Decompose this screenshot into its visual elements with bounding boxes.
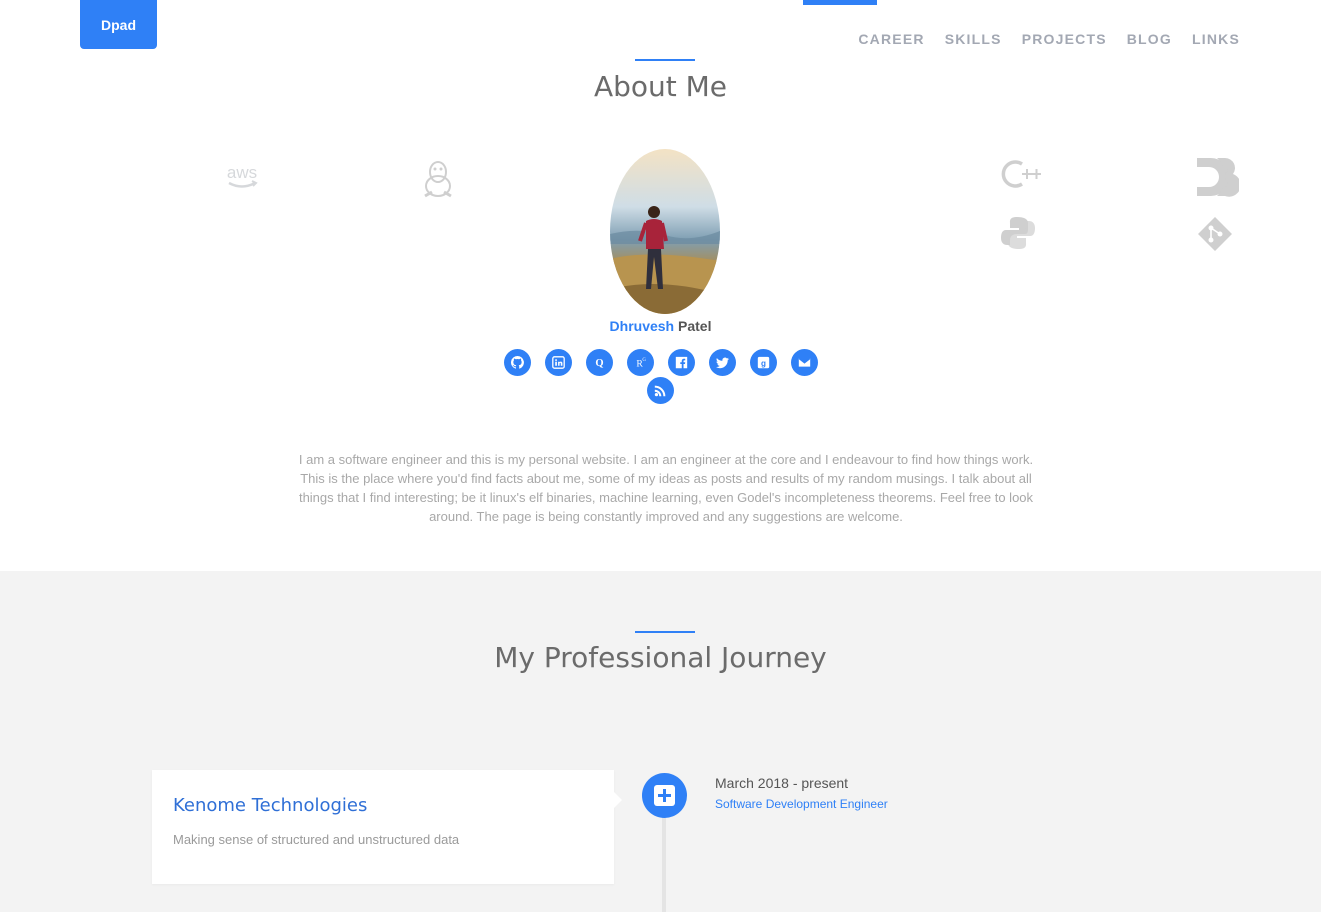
facebook-icon[interactable] bbox=[667, 349, 695, 376]
nav-projects[interactable]: PROJECTS bbox=[1022, 31, 1107, 47]
nav-skills[interactable]: SKILLS bbox=[945, 31, 1002, 47]
social-links-row-2 bbox=[0, 377, 1321, 404]
svg-text:G: G bbox=[642, 358, 646, 363]
plus-square-icon bbox=[654, 785, 675, 806]
last-name: Patel bbox=[678, 318, 712, 334]
social-links: Q RG g bbox=[0, 349, 1321, 376]
about-title-rule bbox=[635, 59, 695, 61]
company-tagline: Making sense of structured and unstructu… bbox=[173, 832, 460, 847]
nav-blog[interactable]: BLOG bbox=[1127, 31, 1172, 47]
journey-card: Kenome Technologies Making sense of stru… bbox=[152, 770, 622, 884]
git-icon bbox=[1195, 214, 1235, 259]
cplusplus-icon bbox=[1000, 156, 1042, 197]
python-icon bbox=[1000, 215, 1036, 256]
profile-name: Dhruvesh Patel bbox=[0, 318, 1321, 334]
about-title: About Me bbox=[593, 70, 728, 103]
top-nav: CAREER SKILLS PROJECTS BLOG LINKS bbox=[858, 31, 1240, 47]
email-icon[interactable] bbox=[790, 349, 818, 376]
timeline-node bbox=[642, 773, 687, 818]
linkedin-icon[interactable] bbox=[544, 349, 572, 376]
svg-text:Q: Q bbox=[595, 358, 603, 369]
profile-photo bbox=[610, 149, 720, 314]
nav-active-indicator bbox=[803, 0, 877, 5]
company-name[interactable]: Kenome Technologies bbox=[173, 795, 367, 816]
github-icon[interactable] bbox=[503, 349, 531, 376]
nav-career[interactable]: CAREER bbox=[858, 31, 924, 47]
svg-text:g: g bbox=[761, 359, 766, 368]
quora-icon[interactable]: Q bbox=[585, 349, 613, 376]
first-name: Dhruvesh bbox=[609, 318, 675, 334]
brand-logo-button[interactable]: Dpad bbox=[80, 0, 157, 49]
linux-tux-icon bbox=[421, 158, 455, 203]
timeline-line bbox=[662, 816, 666, 912]
svg-text:aws: aws bbox=[227, 163, 257, 182]
twitter-icon[interactable] bbox=[708, 349, 736, 376]
nav-links[interactable]: LINKS bbox=[1192, 31, 1240, 47]
journey-section: My Professional Journey Kenome Technolog… bbox=[0, 571, 1321, 912]
journey-title-rule bbox=[635, 631, 695, 633]
journey-title: My Professional Journey bbox=[494, 641, 827, 674]
journey-date: March 2018 - present bbox=[715, 775, 849, 791]
journey-role-link[interactable]: Software Development Engineer bbox=[715, 797, 888, 811]
goodreads-icon[interactable]: g bbox=[749, 349, 777, 376]
about-bio: I am a software engineer and this is my … bbox=[298, 452, 1034, 524]
d3-icon bbox=[1195, 156, 1241, 203]
aws-icon: aws bbox=[221, 160, 263, 197]
rss-icon[interactable] bbox=[647, 377, 674, 404]
researchgate-icon[interactable]: RG bbox=[626, 349, 654, 376]
page: Dpad CAREER SKILLS PROJECTS BLOG LINKS A… bbox=[0, 0, 1321, 912]
